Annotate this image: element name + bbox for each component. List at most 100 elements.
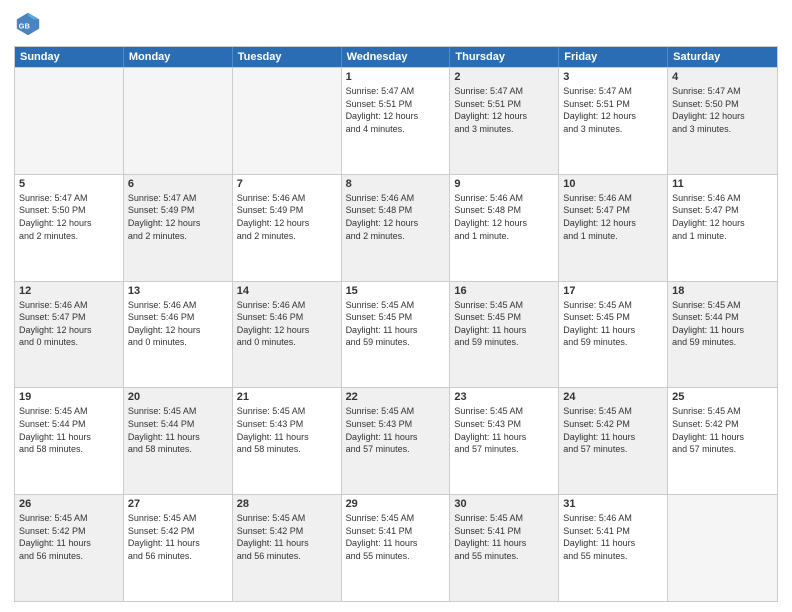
day-number-18: 18 (672, 285, 773, 297)
cal-cell-26: 26 Sunrise: 5:45 AM Sunset: 5:42 PM Dayli… (15, 495, 124, 601)
day-number-28: 28 (237, 498, 337, 510)
logo-icon: GB (14, 10, 42, 38)
cell-text-5: Sunrise: 5:47 AM Sunset: 5:50 PM Dayligh… (19, 192, 119, 242)
day-number-9: 9 (454, 178, 554, 190)
cell-text-31: Sunrise: 5:46 AM Sunset: 5:41 PM Dayligh… (563, 512, 663, 562)
cal-cell-27: 27 Sunrise: 5:45 AM Sunset: 5:42 PM Dayli… (124, 495, 233, 601)
cell-text-8: Sunrise: 5:46 AM Sunset: 5:48 PM Dayligh… (346, 192, 446, 242)
cell-text-23: Sunrise: 5:45 AM Sunset: 5:43 PM Dayligh… (454, 405, 554, 455)
cell-text-14: Sunrise: 5:46 AM Sunset: 5:46 PM Dayligh… (237, 299, 337, 349)
day-number-7: 7 (237, 178, 337, 190)
day-number-13: 13 (128, 285, 228, 297)
cal-cell-15: 15Sunrise: 5:45 AM Sunset: 5:45 PM Dayli… (342, 282, 451, 388)
cell-text-12: Sunrise: 5:46 AM Sunset: 5:47 PM Dayligh… (19, 299, 119, 349)
cal-cell-25: 25Sunrise: 5:45 AM Sunset: 5:42 PM Dayli… (668, 388, 777, 494)
cell-text-20: Sunrise: 5:45 AM Sunset: 5:44 PM Dayligh… (128, 405, 228, 455)
cell-text-27: Sunrise: 5:45 AM Sunset: 5:42 PM Dayligh… (128, 512, 228, 562)
cell-text-22: Sunrise: 5:45 AM Sunset: 5:43 PM Dayligh… (346, 405, 446, 455)
weekday-header-sunday: Sunday (15, 47, 124, 67)
cal-cell-21: 21 Sunrise: 5:45 AM Sunset: 5:43 PM Dayli… (233, 388, 342, 494)
cell-text-9: Sunrise: 5:46 AM Sunset: 5:48 PM Dayligh… (454, 192, 554, 242)
cal-cell-29: 29 Sunrise: 5:45 AM Sunset: 5:41 PM Dayli… (342, 495, 451, 601)
cal-cell-20: 20 Sunrise: 5:45 AM Sunset: 5:44 PM Dayli… (124, 388, 233, 494)
day-number-1: 1 (346, 71, 446, 83)
cal-cell-23: 23 Sunrise: 5:45 AM Sunset: 5:43 PM Dayli… (450, 388, 559, 494)
cal-cell-14: 14 Sunrise: 5:46 AM Sunset: 5:46 PM Dayli… (233, 282, 342, 388)
cal-cell-empty-0-0 (15, 68, 124, 174)
logo: GB (14, 10, 46, 38)
day-number-2: 2 (454, 71, 554, 83)
cell-text-26: Sunrise: 5:45 AM Sunset: 5:42 PM Dayligh… (19, 512, 119, 562)
day-number-29: 29 (346, 498, 446, 510)
cell-text-17: Sunrise: 5:45 AM Sunset: 5:45 PM Dayligh… (563, 299, 663, 349)
weekday-header-wednesday: Wednesday (342, 47, 451, 67)
day-number-6: 6 (128, 178, 228, 190)
cal-cell-5: 5 Sunrise: 5:47 AM Sunset: 5:50 PM Daylig… (15, 175, 124, 281)
weekday-header-friday: Friday (559, 47, 668, 67)
calendar-body: 1 Sunrise: 5:47 AM Sunset: 5:51 PM Daylig… (15, 67, 777, 601)
weekday-header-monday: Monday (124, 47, 233, 67)
day-number-20: 20 (128, 391, 228, 403)
cell-text-10: Sunrise: 5:46 AM Sunset: 5:47 PM Dayligh… (563, 192, 663, 242)
day-number-4: 4 (672, 71, 773, 83)
svg-text:GB: GB (19, 22, 31, 31)
cell-text-21: Sunrise: 5:45 AM Sunset: 5:43 PM Dayligh… (237, 405, 337, 455)
cell-text-15: Sunrise: 5:45 AM Sunset: 5:45 PM Dayligh… (346, 299, 446, 349)
calendar: SundayMondayTuesdayWednesdayThursdayFrid… (14, 46, 778, 602)
cal-cell-11: 11Sunrise: 5:46 AM Sunset: 5:47 PM Dayli… (668, 175, 777, 281)
cal-cell-31: 31 Sunrise: 5:46 AM Sunset: 5:41 PM Dayli… (559, 495, 668, 601)
day-number-3: 3 (563, 71, 663, 83)
cell-text-2: Sunrise: 5:47 AM Sunset: 5:51 PM Dayligh… (454, 85, 554, 135)
weekday-header-saturday: Saturday (668, 47, 777, 67)
cal-cell-24: 24 Sunrise: 5:45 AM Sunset: 5:42 PM Dayli… (559, 388, 668, 494)
day-number-26: 26 (19, 498, 119, 510)
day-number-8: 8 (346, 178, 446, 190)
weekday-header-tuesday: Tuesday (233, 47, 342, 67)
cal-cell-12: 12Sunrise: 5:46 AM Sunset: 5:47 PM Dayli… (15, 282, 124, 388)
calendar-header: SundayMondayTuesdayWednesdayThursdayFrid… (15, 47, 777, 67)
cell-text-6: Sunrise: 5:47 AM Sunset: 5:49 PM Dayligh… (128, 192, 228, 242)
cell-text-3: Sunrise: 5:47 AM Sunset: 5:51 PM Dayligh… (563, 85, 663, 135)
cell-text-16: Sunrise: 5:45 AM Sunset: 5:45 PM Dayligh… (454, 299, 554, 349)
day-number-23: 23 (454, 391, 554, 403)
cal-cell-4: 4 Sunrise: 5:47 AM Sunset: 5:50 PM Daylig… (668, 68, 777, 174)
cal-cell-30: 30 Sunrise: 5:45 AM Sunset: 5:41 PM Dayli… (450, 495, 559, 601)
day-number-22: 22 (346, 391, 446, 403)
day-number-31: 31 (563, 498, 663, 510)
day-number-21: 21 (237, 391, 337, 403)
cal-cell-17: 17 Sunrise: 5:45 AM Sunset: 5:45 PM Dayli… (559, 282, 668, 388)
calendar-row-0: 1 Sunrise: 5:47 AM Sunset: 5:51 PM Daylig… (15, 67, 777, 174)
cal-cell-empty-4-6 (668, 495, 777, 601)
day-number-19: 19 (19, 391, 119, 403)
cal-cell-7: 7Sunrise: 5:46 AM Sunset: 5:49 PM Daylig… (233, 175, 342, 281)
cal-cell-1: 1Sunrise: 5:47 AM Sunset: 5:51 PM Daylig… (342, 68, 451, 174)
day-number-16: 16 (454, 285, 554, 297)
cell-text-30: Sunrise: 5:45 AM Sunset: 5:41 PM Dayligh… (454, 512, 554, 562)
day-number-27: 27 (128, 498, 228, 510)
cell-text-4: Sunrise: 5:47 AM Sunset: 5:50 PM Dayligh… (672, 85, 773, 135)
calendar-row-1: 5 Sunrise: 5:47 AM Sunset: 5:50 PM Daylig… (15, 174, 777, 281)
day-number-24: 24 (563, 391, 663, 403)
day-number-5: 5 (19, 178, 119, 190)
cal-cell-18: 18 Sunrise: 5:45 AM Sunset: 5:44 PM Dayli… (668, 282, 777, 388)
cal-cell-28: 28 Sunrise: 5:45 AM Sunset: 5:42 PM Dayli… (233, 495, 342, 601)
calendar-row-3: 19 Sunrise: 5:45 AM Sunset: 5:44 PM Dayli… (15, 387, 777, 494)
cal-cell-22: 22 Sunrise: 5:45 AM Sunset: 5:43 PM Dayli… (342, 388, 451, 494)
cal-cell-6: 6 Sunrise: 5:47 AM Sunset: 5:49 PM Daylig… (124, 175, 233, 281)
cell-text-24: Sunrise: 5:45 AM Sunset: 5:42 PM Dayligh… (563, 405, 663, 455)
day-number-17: 17 (563, 285, 663, 297)
day-number-11: 11 (672, 178, 773, 190)
cal-cell-3: 3 Sunrise: 5:47 AM Sunset: 5:51 PM Daylig… (559, 68, 668, 174)
calendar-row-4: 26 Sunrise: 5:45 AM Sunset: 5:42 PM Dayli… (15, 494, 777, 601)
day-number-30: 30 (454, 498, 554, 510)
weekday-header-thursday: Thursday (450, 47, 559, 67)
cell-text-28: Sunrise: 5:45 AM Sunset: 5:42 PM Dayligh… (237, 512, 337, 562)
cal-cell-10: 10Sunrise: 5:46 AM Sunset: 5:47 PM Dayli… (559, 175, 668, 281)
cell-text-29: Sunrise: 5:45 AM Sunset: 5:41 PM Dayligh… (346, 512, 446, 562)
cal-cell-9: 9 Sunrise: 5:46 AM Sunset: 5:48 PM Daylig… (450, 175, 559, 281)
cell-text-18: Sunrise: 5:45 AM Sunset: 5:44 PM Dayligh… (672, 299, 773, 349)
cal-cell-empty-0-2 (233, 68, 342, 174)
cell-text-25: Sunrise: 5:45 AM Sunset: 5:42 PM Dayligh… (672, 405, 773, 455)
day-number-14: 14 (237, 285, 337, 297)
cell-text-19: Sunrise: 5:45 AM Sunset: 5:44 PM Dayligh… (19, 405, 119, 455)
